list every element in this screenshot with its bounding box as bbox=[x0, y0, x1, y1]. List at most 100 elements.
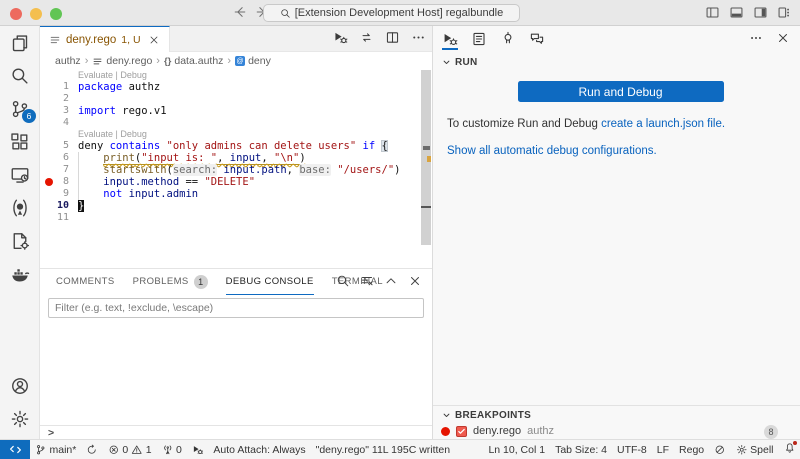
status-spell-checker[interactable]: Spell bbox=[731, 440, 779, 459]
panel-tab-debug-console[interactable]: DEBUG CONSOLE bbox=[226, 269, 314, 295]
console-filter-input[interactable] bbox=[48, 298, 424, 318]
command-center-search[interactable]: [Extension Development Host] regalbundle bbox=[263, 4, 520, 22]
breakpoints-section-header[interactable]: BREAKPOINTS bbox=[441, 410, 800, 421]
line-number[interactable]: 6 bbox=[40, 152, 76, 164]
debug-icon[interactable] bbox=[333, 30, 348, 48]
open-changes-icon[interactable] bbox=[359, 30, 374, 48]
debug-console-output[interactable] bbox=[40, 318, 432, 425]
show-all-configurations-link[interactable]: Show all automatic debug configurations. bbox=[447, 145, 657, 157]
status-language-mode[interactable]: Rego bbox=[674, 440, 709, 459]
debug-console-input[interactable]: > bbox=[40, 425, 432, 439]
code-editor[interactable]: Evaluate | Debug1package authz23import r… bbox=[40, 70, 432, 268]
code-content[interactable] bbox=[76, 212, 78, 224]
minimize-window-button[interactable] bbox=[30, 8, 42, 20]
status-indentation[interactable]: Tab Size: 4 bbox=[550, 440, 612, 459]
codelens-link[interactable]: Evaluate | Debug bbox=[40, 70, 420, 81]
status-debug-status[interactable] bbox=[187, 440, 209, 459]
activity-item-source-control[interactable]: 6 bbox=[0, 92, 39, 125]
status-problems-status[interactable]: 01 bbox=[103, 440, 157, 459]
activity-item-settings[interactable] bbox=[0, 402, 39, 435]
split-editor-icon[interactable] bbox=[385, 30, 400, 48]
line-number[interactable]: 9 bbox=[40, 188, 76, 200]
line-number[interactable]: 4 bbox=[40, 117, 76, 129]
status-remote-indicator[interactable] bbox=[0, 440, 30, 459]
code-content[interactable]: not input.admin bbox=[76, 188, 198, 200]
code-content[interactable]: startswith(search: input.path, base: "/u… bbox=[76, 164, 400, 176]
toggle-primary-sidebar-icon[interactable] bbox=[705, 5, 720, 23]
status-sync-status[interactable] bbox=[81, 440, 103, 459]
view-tab-plug[interactable] bbox=[500, 26, 516, 52]
status-notifications[interactable] bbox=[779, 440, 800, 459]
toggle-secondary-sidebar-icon[interactable] bbox=[753, 5, 768, 23]
line-number[interactable]: 8 bbox=[40, 176, 76, 188]
status-cursor-position[interactable]: Ln 10, Col 1 bbox=[483, 440, 550, 459]
view-tab-comments[interactable] bbox=[529, 26, 545, 52]
status-branch-status[interactable]: main* bbox=[30, 440, 81, 459]
clear-console-icon[interactable] bbox=[360, 274, 374, 291]
close-window-button[interactable] bbox=[10, 8, 22, 20]
code-content[interactable]: import rego.v1 bbox=[76, 105, 167, 117]
view-tab-run-and-debug[interactable] bbox=[442, 26, 458, 52]
toggle-panel-icon bbox=[729, 5, 744, 20]
code-content[interactable] bbox=[76, 117, 78, 129]
code-token: search: bbox=[173, 164, 217, 176]
views-more-icon[interactable] bbox=[749, 31, 763, 48]
code-content[interactable]: package authz bbox=[76, 81, 160, 93]
panel-tabs: COMMENTSPROBLEMS1DEBUG CONSOLETERMINAL bbox=[40, 269, 432, 295]
ruler-mark-cursor bbox=[421, 206, 431, 208]
line-number[interactable]: 10 bbox=[40, 200, 76, 212]
tab-deny-rego[interactable]: deny.rego 1, U bbox=[40, 26, 170, 52]
line-number[interactable]: 3 bbox=[40, 105, 76, 117]
code-content[interactable]: } bbox=[76, 200, 84, 212]
activity-item-rego-debugger[interactable] bbox=[0, 224, 39, 257]
code-content[interactable]: print("input is: ", input, "\n") bbox=[76, 152, 306, 164]
status-ports-status[interactable]: 0 bbox=[157, 440, 187, 459]
run-section-header[interactable]: RUN bbox=[441, 57, 800, 68]
status-encoding[interactable]: UTF-8 bbox=[612, 440, 652, 459]
zoom-window-button[interactable] bbox=[50, 8, 62, 20]
breakpoint-row[interactable]: deny.regoauthz8 bbox=[441, 425, 800, 437]
code-content[interactable] bbox=[76, 93, 78, 105]
activity-item-remote-explorer[interactable] bbox=[0, 158, 39, 191]
close-tab-icon[interactable] bbox=[148, 34, 160, 46]
line-number[interactable]: 7 bbox=[40, 164, 76, 176]
more-actions-icon[interactable] bbox=[411, 30, 426, 48]
breakpoint-icon[interactable] bbox=[45, 178, 53, 186]
close-panel-icon[interactable] bbox=[408, 274, 422, 291]
panel-tab-comments[interactable]: COMMENTS bbox=[56, 269, 115, 295]
activity-item-extensions[interactable] bbox=[0, 125, 39, 158]
activity-item-accounts[interactable] bbox=[0, 369, 39, 402]
code-content[interactable]: input.method == "DELETE" bbox=[76, 176, 255, 188]
view-tab-notebook[interactable] bbox=[471, 26, 487, 52]
extensions-icon bbox=[10, 132, 30, 152]
back-icon[interactable] bbox=[233, 5, 247, 19]
breadcrumb-item-deny[interactable]: @deny bbox=[235, 55, 271, 67]
breakpoint-checkbox[interactable] bbox=[456, 426, 467, 437]
activity-item-opa[interactable] bbox=[0, 191, 39, 224]
activity-item-explorer[interactable] bbox=[0, 26, 39, 59]
overview-ruler[interactable] bbox=[420, 70, 432, 268]
code-content[interactable]: deny contains "only admins can delete us… bbox=[76, 140, 388, 152]
toggle-panel-icon[interactable] bbox=[729, 5, 744, 23]
line-number[interactable]: 11 bbox=[40, 212, 76, 224]
maximize-panel-icon[interactable] bbox=[384, 274, 398, 291]
breadcrumb-item-authz[interactable]: authz bbox=[55, 55, 81, 67]
line-number[interactable]: 1 bbox=[40, 81, 76, 93]
run-and-debug-button[interactable]: Run and Debug bbox=[518, 81, 724, 102]
status-file-written-status[interactable]: "deny.rego" 11L 195C written bbox=[311, 440, 456, 459]
breadcrumb-item-deny-rego[interactable]: deny.rego bbox=[92, 55, 152, 67]
search-icon[interactable] bbox=[336, 274, 350, 291]
panel-tab-problems[interactable]: PROBLEMS1 bbox=[133, 269, 208, 295]
line-number[interactable]: 5 bbox=[40, 140, 76, 152]
status-feedback[interactable] bbox=[709, 440, 731, 459]
status-eol[interactable]: LF bbox=[652, 440, 674, 459]
status-auto-attach-status[interactable]: Auto Attach: Always bbox=[208, 440, 310, 459]
activity-item-docker[interactable] bbox=[0, 257, 39, 290]
customize-layout-icon[interactable] bbox=[777, 5, 792, 23]
line-number[interactable]: 2 bbox=[40, 93, 76, 105]
activity-item-search[interactable] bbox=[0, 59, 39, 92]
create-launch-json-link[interactable]: create a launch.json file. bbox=[601, 118, 725, 130]
codelens-link[interactable]: Evaluate | Debug bbox=[40, 129, 420, 140]
close-sidebar-icon[interactable] bbox=[776, 31, 790, 48]
breadcrumb-item-data-authz[interactable]: {}data.authz bbox=[164, 55, 223, 67]
